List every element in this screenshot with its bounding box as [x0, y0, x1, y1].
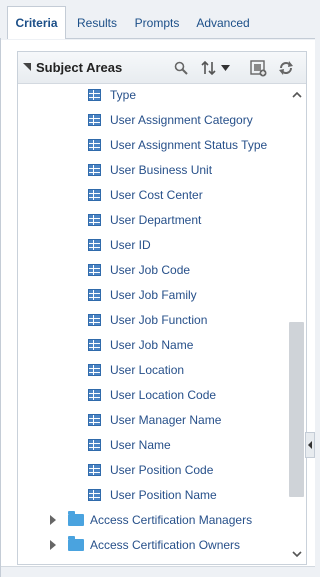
tab-criteria[interactable]: Criteria: [7, 6, 66, 39]
scrollbar-thumb[interactable]: [289, 322, 304, 497]
refresh-icon[interactable]: [278, 60, 294, 76]
column-icon: [88, 314, 101, 326]
vertical-scrollbar[interactable]: [288, 85, 306, 564]
column-label: User Business Unit: [110, 163, 213, 177]
bottom-strip: [1, 566, 315, 577]
folder-label: Access Certification Owners: [90, 538, 241, 552]
scroll-down-icon[interactable]: [292, 551, 302, 558]
subject-area-tree: Type User Assignment Category User Assig…: [18, 85, 288, 564]
column-label: User Location Code: [110, 388, 217, 402]
column-label: User Position Code: [110, 463, 214, 477]
tab-results[interactable]: Results: [72, 8, 122, 38]
column-icon: [88, 339, 101, 351]
folder-icon: [68, 536, 84, 551]
panel-left-border: [0, 38, 1, 577]
expand-arrow-icon[interactable]: [50, 515, 56, 525]
column-icon: [88, 89, 101, 101]
subject-areas-pane: Subject Areas Type User Assignment Categ…: [17, 51, 307, 565]
add-filter-icon[interactable]: [250, 60, 267, 77]
column-icon: [88, 239, 101, 251]
expand-arrow-icon[interactable]: [50, 540, 56, 550]
column-icon: [88, 114, 101, 126]
folder-icon: [68, 511, 84, 526]
collapse-side-panel-handle[interactable]: [305, 432, 315, 458]
column-label: User Job Code: [110, 263, 191, 277]
column-label: User Cost Center: [110, 188, 203, 202]
column-label: User Assignment Status Type: [110, 138, 268, 152]
tab-divider: [66, 38, 315, 39]
column-icon: [88, 264, 101, 276]
column-icon: [88, 464, 101, 476]
column-icon: [88, 414, 101, 426]
column-icon: [88, 439, 101, 451]
dropdown-arrow-icon[interactable]: [221, 65, 230, 71]
column-label: User Job Function: [110, 313, 208, 327]
column-label: User ID: [110, 238, 151, 252]
pane-title: Subject Areas: [36, 60, 123, 75]
column-icon: [88, 164, 101, 176]
column-label: User Manager Name: [110, 413, 222, 427]
folder-label: Access Certification Managers: [90, 513, 253, 527]
chevron-left-icon: [308, 441, 312, 449]
column-label: User Job Name: [110, 338, 194, 352]
column-label: User Job Family: [110, 288, 197, 302]
column-icon: [88, 189, 101, 201]
column-icon: [88, 139, 101, 151]
column-label: User Name: [110, 438, 171, 452]
column-icon: [88, 289, 101, 301]
tab-advanced[interactable]: Advanced: [192, 8, 254, 38]
column-icon: [88, 214, 101, 226]
tab-bar: Criteria Results Prompts Advanced: [0, 0, 315, 40]
column-icon: [88, 364, 101, 376]
search-icon[interactable]: [174, 61, 188, 75]
column-label: User Location: [110, 363, 185, 377]
column-icon: [88, 489, 101, 501]
sort-icon[interactable]: [201, 60, 217, 76]
column-icon: [88, 389, 101, 401]
collapse-pane-icon[interactable]: [23, 63, 31, 71]
tab-prompts[interactable]: Prompts: [130, 8, 184, 38]
subject-areas-header: Subject Areas: [18, 52, 306, 84]
scroll-up-icon[interactable]: [292, 91, 302, 98]
column-label: User Position Name: [110, 488, 217, 502]
column-label: User Assignment Category: [110, 113, 253, 127]
column-label: User Department: [110, 213, 202, 227]
column-label: Type: [110, 88, 137, 102]
